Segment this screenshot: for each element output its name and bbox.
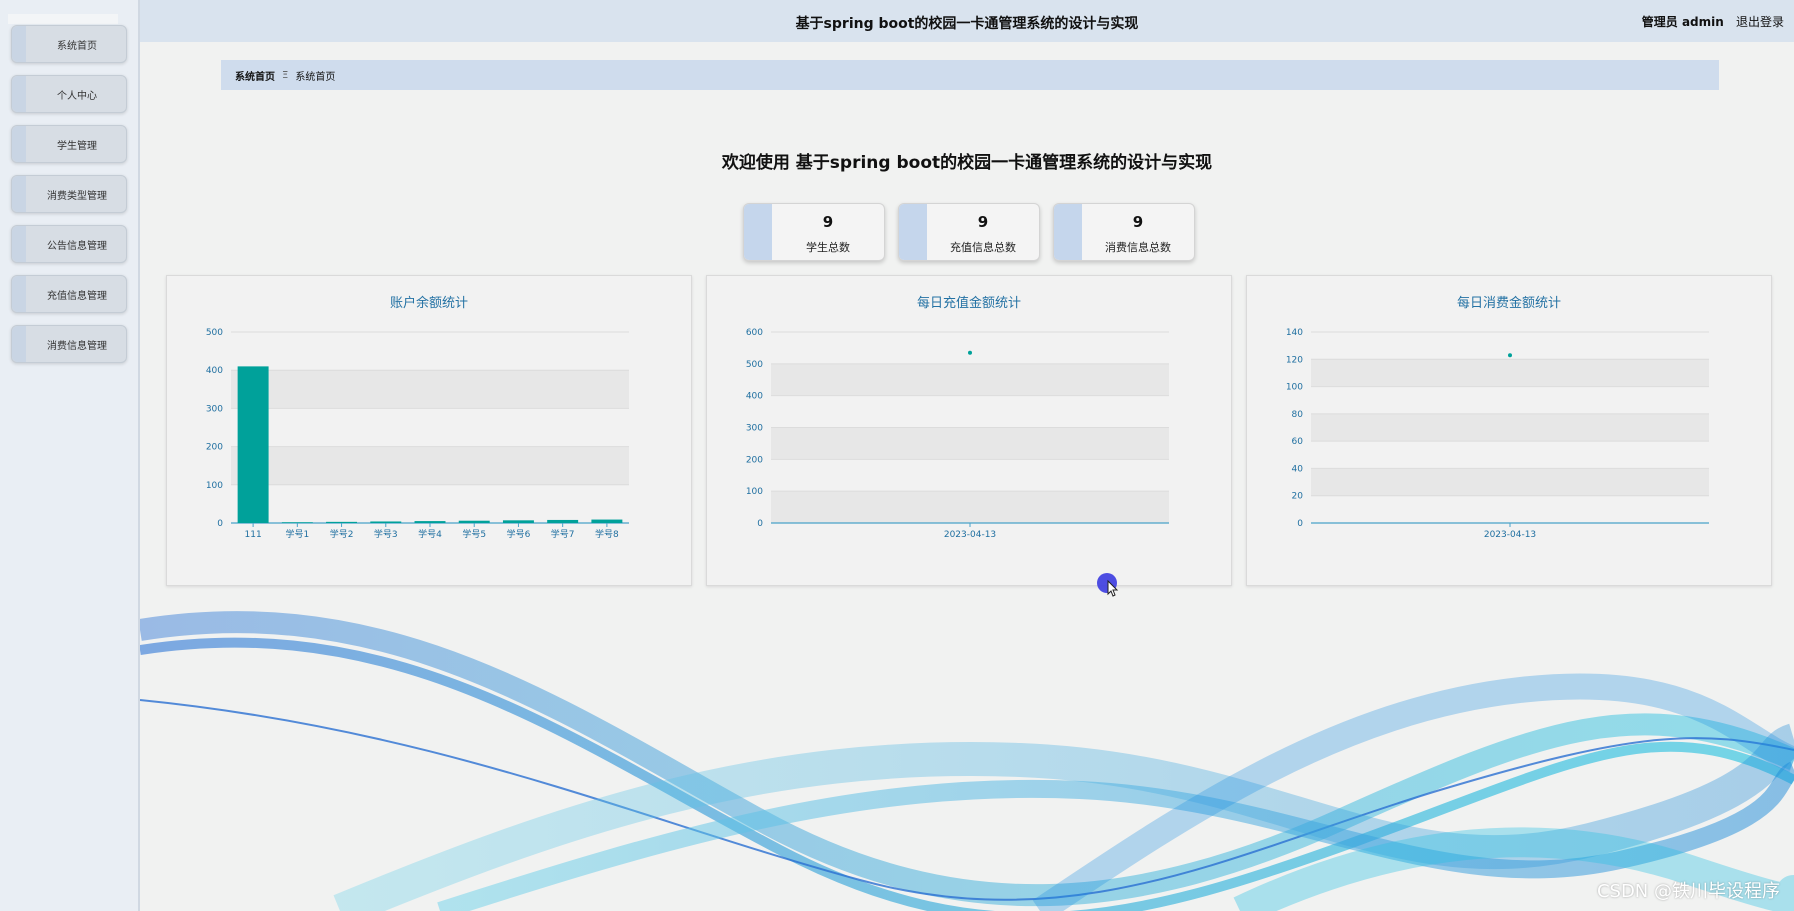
stat-card-consumption: 9 消费信息总数 — [1053, 203, 1195, 261]
sidebar-top-strip — [8, 14, 118, 24]
y-tick-label: 600 — [746, 328, 763, 338]
sidebar-item-announcements[interactable]: 公告信息管理 — [11, 225, 127, 263]
sidebar-item-consumption-type[interactable]: 消费类型管理 — [11, 175, 127, 213]
x-tick-label: 学号1 — [285, 528, 309, 540]
stat-label: 学生总数 — [806, 241, 850, 254]
sidebar-item-label: 消费类型管理 — [47, 190, 107, 202]
watermark: CSDN @铁川毕设程序 — [1596, 881, 1780, 902]
y-tick-label: 400 — [746, 392, 763, 402]
y-tick-label: 500 — [206, 328, 223, 338]
breadcrumb-home[interactable]: 系统首页 — [235, 68, 275, 83]
y-tick-label: 0 — [757, 519, 763, 529]
sidebar: 系统首页 个人中心 学生管理 消费类型管理 公告信息管理 充值信息管理 消费信息… — [0, 0, 140, 911]
y-tick-label: 0 — [1297, 519, 1303, 529]
stat-label: 消费信息总数 — [1105, 241, 1171, 254]
user-label: 管理员 admin — [1641, 15, 1724, 29]
grid-band — [231, 370, 629, 409]
y-tick-label: 20 — [1292, 492, 1304, 502]
sidebar-item-label: 学生管理 — [57, 140, 97, 152]
chart-panel-daily-consumption: 每日消费金额统计 0 20 40 60 80 100 120 140 2023-04-13 — [1246, 275, 1772, 586]
y-tick-label: 0 — [217, 519, 223, 529]
bar — [547, 519, 579, 523]
daily-recharge-chart: 0 100 200 300 400 500 600 2023-04-13 — [746, 328, 1169, 540]
breadcrumb-current: 系统首页 — [295, 71, 336, 83]
bar — [458, 520, 490, 523]
sidebar-item-consumption-info[interactable]: 消费信息管理 — [11, 325, 127, 363]
sidebar-item-label: 充值信息管理 — [47, 290, 107, 302]
welcome-heading: 欢迎使用 基于spring boot的校园一卡通管理系统的设计与实现 — [721, 153, 1213, 173]
bar — [414, 521, 446, 523]
y-tick-label: 100 — [1286, 383, 1303, 393]
sidebar-item-label: 消费信息管理 — [47, 340, 107, 352]
breadcrumb: 系统首页 Ξ 系统首页 — [221, 60, 1719, 90]
x-tick-label: 111 — [245, 530, 262, 540]
y-tick-label: 300 — [206, 404, 223, 414]
daily-consumption-chart: 0 20 40 60 80 100 120 140 2023-04-13 — [1286, 328, 1709, 540]
sidebar-item-label: 公告信息管理 — [47, 240, 107, 252]
user-area: 管理员 admin 退出登录 — [1642, 13, 1784, 30]
sidebar-item-label: 系统首页 — [57, 40, 97, 52]
breadcrumb-separator: Ξ — [282, 69, 289, 81]
x-tick-label: 学号6 — [507, 528, 531, 540]
sidebar-item-home[interactable]: 系统首页 — [11, 25, 127, 63]
y-tick-label: 40 — [1292, 464, 1304, 474]
grid-band — [1311, 359, 1709, 387]
x-tick-label: 学号3 — [374, 528, 398, 540]
y-tick-label: 200 — [746, 455, 763, 465]
bar — [237, 366, 269, 523]
stat-card-students: 9 学生总数 — [743, 203, 885, 261]
stat-card-recharge: 9 充值信息总数 — [898, 203, 1040, 261]
bar — [370, 521, 402, 523]
x-tick-label: 学号4 — [418, 528, 442, 540]
grid-band — [1311, 468, 1709, 496]
y-tick-label: 120 — [1286, 355, 1303, 365]
sidebar-item-personal-center[interactable]: 个人中心 — [11, 75, 127, 113]
bar — [326, 521, 358, 523]
grid-band — [771, 491, 1169, 523]
stat-value: 9 — [977, 213, 989, 231]
app-title: 基于spring boot的校园一卡通管理系统的设计与实现 — [795, 16, 1139, 32]
stat-value: 9 — [822, 213, 834, 231]
chart-panel-balance: 账户余额统计 0 100 200 300 400 500 111 学号1 学号2 学号3 学号4 学号… — [166, 275, 692, 586]
y-tick-label: 140 — [1286, 328, 1303, 338]
balance-bar-chart: 0 100 200 300 400 500 111 学号1 学号2 学号3 学号4 学号5 学号6 学号7… — [206, 328, 629, 540]
y-tick-label: 80 — [1292, 410, 1304, 420]
y-tick-label: 400 — [206, 366, 223, 376]
x-tick-label: 2023-04-13 — [944, 530, 996, 540]
sidebar-item-label: 个人中心 — [57, 90, 97, 102]
x-tick-label: 学号8 — [595, 528, 619, 540]
x-tick-label: 学号2 — [330, 528, 354, 540]
bar — [502, 520, 534, 523]
sidebar-item-student-management[interactable]: 学生管理 — [11, 125, 127, 163]
y-tick-label: 200 — [206, 443, 223, 453]
grid-band — [771, 427, 1169, 460]
sidebar-item-recharge-info[interactable]: 充值信息管理 — [11, 275, 127, 313]
x-tick-label: 学号7 — [551, 528, 575, 540]
y-tick-label: 100 — [746, 487, 763, 497]
grid-band — [771, 363, 1169, 396]
y-tick-label: 500 — [746, 360, 763, 370]
bar — [281, 522, 313, 523]
y-tick-label: 100 — [206, 481, 223, 491]
grid-band — [231, 446, 629, 485]
wave-background — [140, 611, 1794, 911]
mouse-cursor-icon — [1097, 573, 1119, 597]
x-tick-label: 2023-04-13 — [1484, 530, 1536, 540]
data-point — [1508, 353, 1512, 358]
top-bar: 基于spring boot的校园一卡通管理系统的设计与实现 管理员 admin … — [140, 0, 1794, 42]
y-tick-label: 300 — [746, 424, 763, 434]
bar — [591, 519, 623, 523]
logout-link[interactable]: 退出登录 — [1736, 15, 1784, 29]
stat-label: 充值信息总数 — [950, 241, 1016, 254]
stat-value: 9 — [1132, 213, 1144, 231]
grid-band — [1311, 413, 1709, 442]
x-tick-label: 学号5 — [462, 528, 486, 540]
chart-panel-daily-recharge: 每日充值金额统计 0 100 200 300 400 500 600 2023-04-13 — [706, 275, 1232, 586]
y-tick-label: 60 — [1292, 437, 1304, 447]
data-point — [968, 350, 972, 355]
